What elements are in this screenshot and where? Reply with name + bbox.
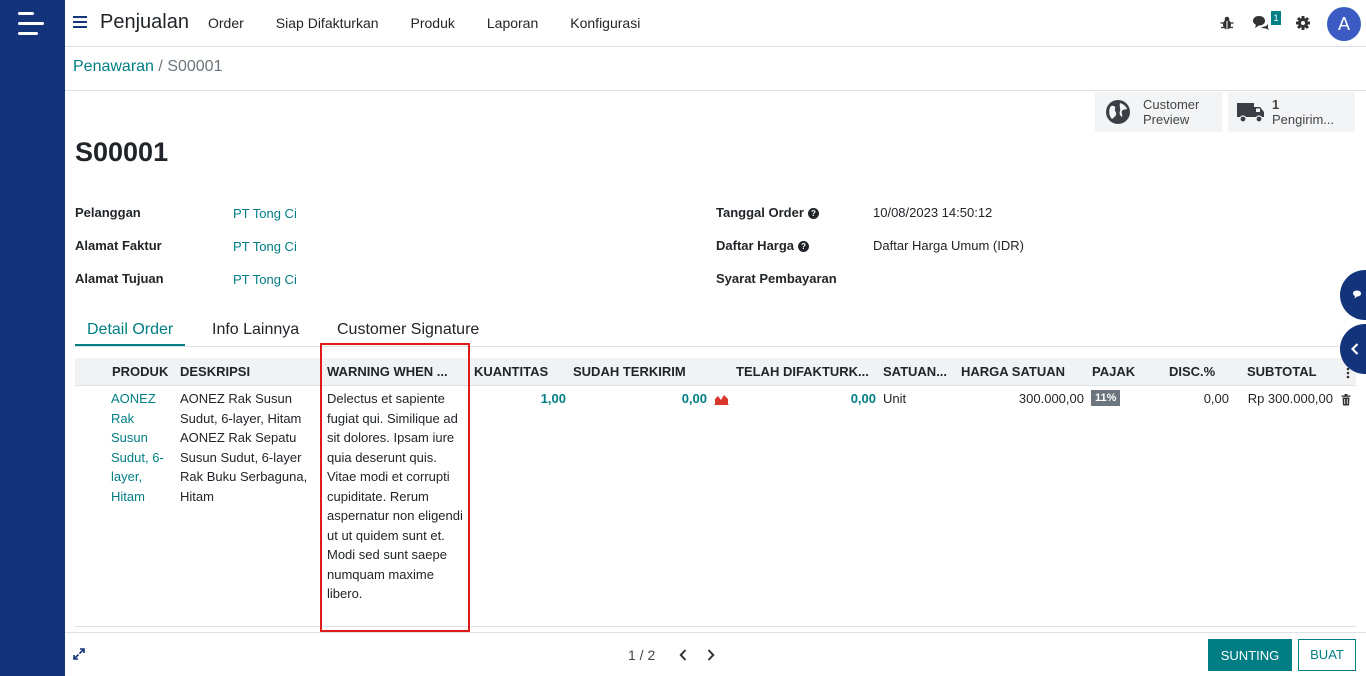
payment-terms-label: Syarat Pembayaran bbox=[716, 271, 837, 286]
order-date-value[interactable]: 10/08/2023 14:50:12 bbox=[873, 205, 992, 220]
create-button[interactable]: BUAT bbox=[1298, 639, 1356, 671]
pricelist-label-text: Daftar Harga bbox=[716, 238, 795, 253]
chat-bubble-icon bbox=[1353, 290, 1361, 299]
breadcrumb-current: S00001 bbox=[167, 58, 223, 75]
order-date-label-text: Tanggal Order bbox=[716, 205, 804, 220]
top-navbar: Penjualan Order Siap Difakturkan Produk … bbox=[65, 0, 1366, 47]
expand-icon[interactable] bbox=[73, 648, 85, 660]
globe-icon bbox=[1106, 100, 1130, 124]
col-product[interactable]: PRODUK bbox=[112, 364, 168, 379]
delivery-address-value[interactable]: PT Tong Ci bbox=[233, 272, 297, 287]
pager-next-icon[interactable] bbox=[707, 649, 715, 661]
breadcrumb-separator: / bbox=[158, 58, 163, 75]
col-tax[interactable]: PAJAK bbox=[1092, 364, 1135, 379]
row-uom[interactable]: Unit bbox=[883, 389, 906, 409]
invoice-address-label: Alamat Faktur bbox=[75, 238, 162, 253]
menu-to-invoice[interactable]: Siap Difakturkan bbox=[276, 15, 379, 31]
app-title[interactable]: Penjualan bbox=[100, 11, 189, 34]
tab-other-info[interactable]: Info Lainnya bbox=[212, 321, 299, 339]
row-divider bbox=[75, 626, 1356, 627]
chatter-toggle[interactable] bbox=[1340, 270, 1366, 320]
col-quantity[interactable]: KUANTITAS bbox=[474, 364, 548, 379]
pricelist-value[interactable]: Daftar Harga Umum (IDR) bbox=[873, 238, 1024, 253]
pager-prev-icon[interactable] bbox=[679, 649, 687, 661]
menu-configuration[interactable]: Konfigurasi bbox=[570, 15, 640, 31]
user-avatar[interactable]: A bbox=[1327, 7, 1361, 41]
truck-icon bbox=[1237, 103, 1264, 123]
customer-preview-label: Customer Preview bbox=[1143, 97, 1199, 127]
menu-reporting[interactable]: Laporan bbox=[487, 15, 538, 31]
row-unit-price[interactable]: 300.000,00 bbox=[961, 389, 1084, 409]
highlight-box bbox=[320, 343, 470, 632]
col-subtotal[interactable]: SUBTOTAL bbox=[1247, 364, 1317, 379]
app-sidebar bbox=[0, 0, 65, 676]
edit-button[interactable]: SUNTING bbox=[1208, 639, 1292, 671]
control-panel-divider bbox=[65, 90, 1366, 91]
chat-icon[interactable] bbox=[1252, 15, 1270, 31]
record-title: S00001 bbox=[75, 137, 169, 167]
delivery-address-label: Alamat Tujuan bbox=[75, 271, 164, 286]
messages-count-badge: 1 bbox=[1271, 11, 1281, 25]
pager-value[interactable]: 1 / 2 bbox=[628, 647, 655, 663]
col-unit-price[interactable]: HARGA SATUAN bbox=[961, 364, 1065, 379]
table-header: PRODUK DESKRIPSI WARNING WHEN ... KUANTI… bbox=[75, 358, 1356, 386]
customer-preview-line2: Preview bbox=[1143, 112, 1190, 127]
help-icon[interactable]: ? bbox=[807, 208, 819, 219]
breadcrumb: Penawaran / S00001 bbox=[73, 58, 222, 76]
systray: 1 A bbox=[1106, 0, 1366, 47]
customer-preview-line1: Customer bbox=[1143, 97, 1200, 112]
trash-icon[interactable] bbox=[1341, 394, 1351, 406]
row-description[interactable]: AONEZ Rak Susun Sudut, 6-layer, Hitam AO… bbox=[180, 389, 322, 506]
breadcrumb-parent[interactable]: Penawaran bbox=[73, 58, 154, 75]
customer-label: Pelanggan bbox=[75, 205, 141, 220]
col-uom[interactable]: SATUAN... bbox=[883, 364, 947, 379]
row-tax-badge[interactable]: 11% bbox=[1091, 390, 1121, 406]
customer-preview-button[interactable]: Customer Preview bbox=[1095, 92, 1222, 132]
main-menu: Order Siap Difakturkan Produk Laporan Ko… bbox=[208, 15, 672, 31]
row-subtotal[interactable]: Rp 300.000,00 bbox=[1235, 389, 1333, 409]
gear-icon[interactable] bbox=[1295, 15, 1311, 31]
menu-order[interactable]: Order bbox=[208, 15, 244, 31]
apps-menu-icon[interactable] bbox=[18, 12, 48, 36]
col-delivered[interactable]: SUDAH TERKIRIM bbox=[573, 364, 686, 379]
row-quantity[interactable]: 1,00 bbox=[474, 389, 566, 409]
menu-products[interactable]: Produk bbox=[411, 15, 455, 31]
row-invoiced[interactable]: 0,00 bbox=[736, 389, 876, 409]
footer-bar: 1 / 2 SUNTING BUAT bbox=[65, 632, 1366, 676]
table-row[interactable]: AONEZ Rak Susun Sudut, 6-layer, Hitam AO… bbox=[75, 386, 1356, 626]
delivery-button[interactable]: 1 Pengirim... bbox=[1228, 92, 1355, 132]
delivery-text: Pengirim... bbox=[1272, 112, 1335, 127]
help-icon[interactable]: ? bbox=[798, 241, 810, 252]
tab-order-lines[interactable]: Detail Order bbox=[75, 321, 186, 346]
invoice-address-value[interactable]: PT Tong Ci bbox=[233, 239, 297, 254]
order-date-label: Tanggal Order? bbox=[716, 205, 819, 220]
customer-value[interactable]: PT Tong Ci bbox=[233, 206, 297, 221]
forecast-chart-icon[interactable] bbox=[714, 393, 729, 405]
row-product[interactable]: AONEZ Rak Susun Sudut, 6-layer, Hitam bbox=[111, 389, 171, 506]
row-discount[interactable]: 0,00 bbox=[1169, 389, 1229, 409]
col-discount[interactable]: DISC.% bbox=[1169, 364, 1215, 379]
bug-icon[interactable] bbox=[1219, 15, 1235, 31]
form-tabs: Detail Order Info Lainnya Customer Signa… bbox=[75, 318, 1356, 347]
pricelist-label: Daftar Harga? bbox=[716, 238, 810, 253]
row-delivered[interactable]: 0,00 bbox=[573, 389, 707, 409]
chevron-left-icon bbox=[1351, 343, 1359, 355]
order-lines-table: PRODUK DESKRIPSI WARNING WHEN ... KUANTI… bbox=[75, 358, 1356, 630]
delivery-count: 1 bbox=[1272, 97, 1280, 112]
hamburger-icon[interactable] bbox=[73, 16, 87, 28]
tab-customer-signature[interactable]: Customer Signature bbox=[337, 321, 479, 339]
delivery-label: 1 Pengirim... bbox=[1272, 97, 1334, 127]
col-description[interactable]: DESKRIPSI bbox=[180, 364, 250, 379]
col-invoiced[interactable]: TELAH DIFAKTURK... bbox=[736, 364, 869, 379]
